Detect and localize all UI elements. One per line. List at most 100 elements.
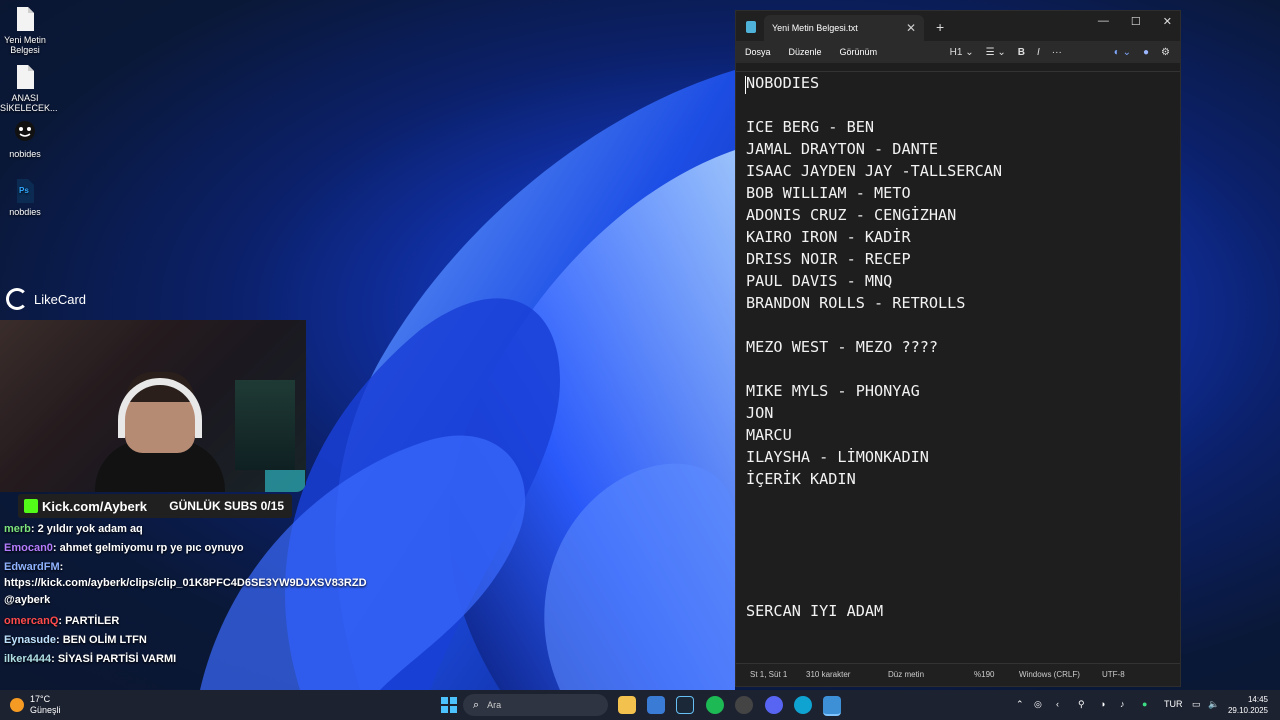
edge-icon[interactable]: [794, 696, 812, 714]
menu-edit[interactable]: Düzenle: [789, 47, 822, 57]
chat-user: Emocan0: [4, 542, 53, 554]
chat-user: EdwardFM: [4, 561, 60, 573]
chat-message: https://kick.com/ayberk/clips/clip_01K8P…: [4, 575, 369, 609]
maximize-button[interactable]: ☐: [1131, 15, 1141, 28]
desktop-icon-nobides[interactable]: nobides: [0, 120, 50, 159]
desktop-icon-nobdies[interactable]: Ps nobdies: [0, 178, 50, 217]
chat-text: : 2 yıldır yok adam aq: [30, 523, 143, 535]
search-placeholder: Ara: [487, 700, 502, 710]
kick-url: Kick.com/Ayberk: [42, 498, 148, 514]
language-indicator[interactable]: TUR: [1164, 699, 1183, 709]
title-bar[interactable]: Yeni Metin Belgesi.txt ✕ + — ☐ ✕: [736, 11, 1180, 41]
chat-message: ilker4444: SİYASİ PARTİSİ VARMI: [4, 652, 384, 666]
menu-file[interactable]: Dosya: [745, 47, 771, 57]
text-file-icon: [14, 64, 36, 90]
chat-text: : PARTİLER: [58, 615, 120, 627]
speaker-icon[interactable]: 🔈: [1208, 699, 1219, 710]
desktop-icon-label: Yeni Metin Belgesi: [4, 35, 46, 55]
taskbar: 17°C Güneşli ⌕ Ara ⌃ ◎ ‹ ⚲ ◑ ♪ ● TUR ▭ 🔈…: [0, 690, 1280, 720]
close-button[interactable]: ✕: [1163, 15, 1172, 28]
display-icon[interactable]: ▭: [1192, 699, 1201, 710]
notepad-taskbar-icon[interactable]: [823, 696, 841, 716]
chat-text: :: [59, 561, 64, 573]
obs-icon[interactable]: [735, 696, 753, 714]
text-line: JAMAL DRAYTON - DANTE: [746, 140, 939, 158]
window-controls: — ☐ ✕: [1098, 15, 1172, 28]
kick-icon: [24, 499, 38, 513]
chat-message: omercanQ: PARTİLER: [4, 614, 384, 628]
kick-bar: Kick.com/Ayberk GÜNLÜK SUBS 0/15: [18, 494, 292, 518]
text-line: İÇERİK KADIN: [746, 470, 856, 488]
text-line: MEZO WEST - MEZO ????: [746, 338, 939, 356]
text-line: ICE BERG - BEN: [746, 118, 875, 136]
text-line: PAUL DAVIS - MNQ: [746, 272, 893, 290]
photoshop-file-icon: Ps: [14, 178, 36, 204]
start-button[interactable]: [440, 696, 458, 714]
smiley-face-icon: [14, 120, 36, 146]
text-line: BOB WILLIAM - METO: [746, 184, 911, 202]
settings-icon[interactable]: ⚙: [1161, 47, 1170, 58]
photos-icon[interactable]: [647, 696, 665, 714]
text-line: ADONIS CRUZ - CENGİZHAN: [746, 206, 957, 224]
chat-message: Emocan0: ahmet gelmiyomu rp ye pıc oynuy…: [4, 541, 384, 555]
encoding[interactable]: UTF-8: [1102, 670, 1125, 679]
notepad-window: Yeni Metin Belgesi.txt ✕ + — ☐ ✕ Dosya D…: [735, 10, 1181, 687]
steam-tray-icon[interactable]: ◑: [1100, 699, 1105, 709]
svg-text:Ps: Ps: [19, 186, 29, 195]
microphone-icon[interactable]: ●: [1142, 699, 1147, 709]
webcam-overlay: [0, 320, 306, 492]
usb-icon[interactable]: ⚲: [1078, 699, 1085, 710]
profile-icon[interactable]: ●: [1143, 47, 1149, 58]
subs-goal: GÜNLÜK SUBS 0/15: [169, 499, 284, 513]
file-explorer-icon[interactable]: [618, 696, 636, 714]
steam-icon[interactable]: [676, 696, 694, 714]
heading-value: H1: [949, 46, 963, 58]
text-line: BRANDON ROLLS - RETROLLS: [746, 294, 966, 312]
italic-icon[interactable]: I: [1037, 47, 1040, 58]
chat-user: Eynasude: [4, 634, 56, 646]
text-format[interactable]: Düz metin: [888, 670, 924, 679]
bold-icon[interactable]: B: [1018, 47, 1025, 58]
chevron-up-icon[interactable]: ⌃: [1016, 699, 1024, 710]
copilot-icon[interactable]: ◐ ⌄: [1114, 47, 1131, 58]
sponsor-name: LikeCard: [34, 291, 87, 307]
desktop-icon-yeni-metin[interactable]: Yeni Metin Belgesi: [0, 6, 50, 55]
text-line: MIKE MYLS - PHONYAG: [746, 382, 920, 400]
search-icon: ⌕: [473, 698, 480, 711]
text-line: MARCU: [746, 426, 792, 444]
status-bar: St 1, Süt 1 310 karakter Düz metin %190 …: [736, 663, 1180, 686]
desktop-icon-anasi[interactable]: ANASI SİKELECEK...: [0, 64, 58, 113]
network-icon[interactable]: ◎: [1034, 699, 1042, 710]
notepad-app-icon: [746, 21, 756, 33]
search-box[interactable]: ⌕ Ara: [463, 694, 608, 716]
cursor-position: St 1, Süt 1: [750, 670, 788, 679]
sun-icon: [10, 698, 24, 712]
clock[interactable]: 14:45 29.10.2025: [1228, 694, 1268, 716]
volume-tray-icon[interactable]: ♪: [1120, 699, 1125, 709]
vpn-icon[interactable]: ‹: [1056, 699, 1059, 709]
minimize-button[interactable]: —: [1098, 15, 1109, 28]
tab-close-icon[interactable]: ✕: [906, 21, 916, 35]
zoom-level[interactable]: %190: [974, 670, 994, 679]
chat-user: omercanQ: [4, 615, 59, 627]
desktop-icon-label: ANASI SİKELECEK...: [0, 93, 58, 113]
text-cursor: [745, 76, 746, 94]
tab-title: Yeni Metin Belgesi.txt: [772, 23, 858, 33]
text-line: DRISS NOIR - RECEP: [746, 250, 911, 268]
list-icon[interactable]: ☰ ⌄: [986, 47, 1006, 58]
weather-temp: 17°C: [30, 694, 51, 704]
chat-user: ilker4444: [4, 653, 52, 665]
heading-select[interactable]: H1 ⌄: [950, 47, 974, 58]
weather-widget[interactable]: 17°C Güneşli: [10, 694, 61, 716]
text-editor[interactable]: NOBODIES ICE BERG - BEN JAMAL DRAYTON - DA…: [736, 71, 1180, 664]
spotify-icon[interactable]: [706, 696, 724, 714]
menu-view[interactable]: Görünüm: [840, 47, 878, 57]
discord-icon[interactable]: [765, 696, 783, 714]
more-icon[interactable]: ···: [1052, 47, 1062, 58]
text-file-icon: [14, 6, 36, 32]
sponsor-logo: LikeCard: [6, 288, 86, 310]
document-tab[interactable]: Yeni Metin Belgesi.txt ✕: [764, 15, 924, 41]
chat-message: merb: 2 yıldır yok adam aq: [4, 522, 384, 536]
line-ending[interactable]: Windows (CRLF): [1019, 670, 1080, 679]
new-tab-button[interactable]: +: [936, 19, 944, 35]
